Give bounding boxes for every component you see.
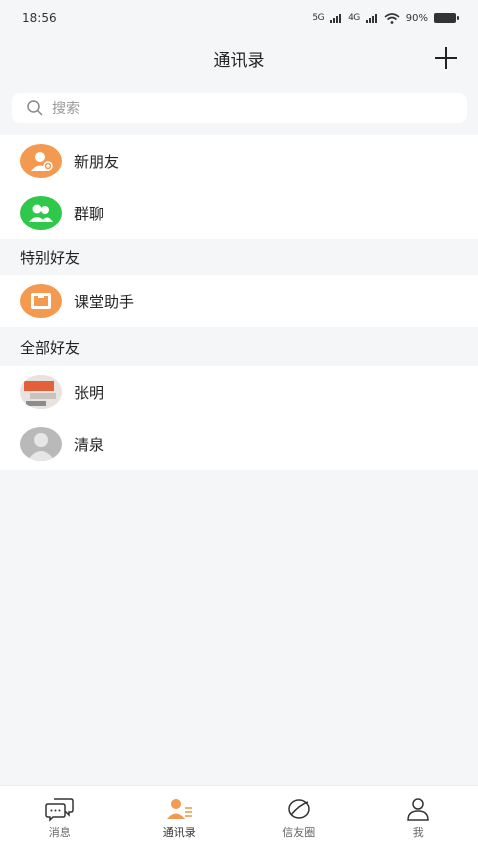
- tab-label: 信友圈: [282, 824, 315, 840]
- tab-label: 消息: [49, 824, 71, 840]
- add-button[interactable]: [432, 44, 460, 72]
- tab-contacts[interactable]: 通讯录: [120, 786, 240, 851]
- top-items: 新朋友 群聊: [0, 135, 478, 239]
- section-header-special: 特别好友: [0, 239, 478, 275]
- page-title: 通讯录: [214, 46, 265, 71]
- header: 通讯录: [0, 36, 478, 80]
- moments-icon: [284, 796, 314, 822]
- list-item-classroom-assistant[interactable]: 课堂助手: [0, 275, 478, 327]
- special-friends: 课堂助手: [0, 275, 478, 327]
- battery-icon: [434, 13, 456, 23]
- tab-label: 通讯录: [163, 824, 196, 840]
- status-bar: 18:56 5G 4G 90%: [0, 0, 478, 36]
- signal-bars-icon: [330, 14, 342, 23]
- profile-icon: [403, 796, 433, 822]
- message-icon: [45, 796, 75, 822]
- tab-messages[interactable]: 消息: [0, 786, 120, 851]
- all-friends: 张明 清泉: [0, 366, 478, 470]
- list-item-new-friend[interactable]: 新朋友: [0, 135, 478, 187]
- classroom-assistant-icon: [20, 284, 62, 318]
- signal-5g-icon: 5G: [312, 13, 324, 23]
- list-item-friend[interactable]: 张明: [0, 366, 478, 418]
- battery-level: 90%: [406, 13, 428, 24]
- signal-bars-icon: [366, 14, 378, 23]
- signal-4g-icon: 4G: [348, 13, 360, 23]
- section-header-all: 全部好友: [0, 329, 478, 365]
- status-icons: 5G 4G 90%: [312, 13, 456, 24]
- search-icon: [26, 99, 44, 117]
- list-item-label: 新朋友: [74, 151, 119, 172]
- new-friend-icon: [20, 144, 62, 178]
- list-item-label: 清泉: [74, 434, 104, 455]
- search-bar[interactable]: 搜索: [12, 93, 467, 123]
- search-input[interactable]: 搜索: [52, 98, 80, 118]
- status-time: 18:56: [22, 11, 57, 25]
- list-item-label: 群聊: [74, 203, 104, 224]
- list-item-label: 张明: [74, 382, 104, 403]
- avatar: [20, 375, 62, 409]
- wifi-icon: [384, 13, 400, 24]
- group-chat-icon: [20, 196, 62, 230]
- list-item-label: 课堂助手: [74, 291, 134, 312]
- tab-moments[interactable]: 信友圈: [239, 786, 359, 851]
- list-item-group-chat[interactable]: 群聊: [0, 187, 478, 239]
- avatar: [20, 427, 62, 461]
- tab-label: 我: [413, 824, 424, 840]
- list-item-friend[interactable]: 清泉: [0, 418, 478, 470]
- tab-profile[interactable]: 我: [359, 786, 478, 851]
- tab-bar: 消息 通讯录 信友圈 我: [0, 785, 478, 851]
- contacts-icon: [164, 796, 194, 822]
